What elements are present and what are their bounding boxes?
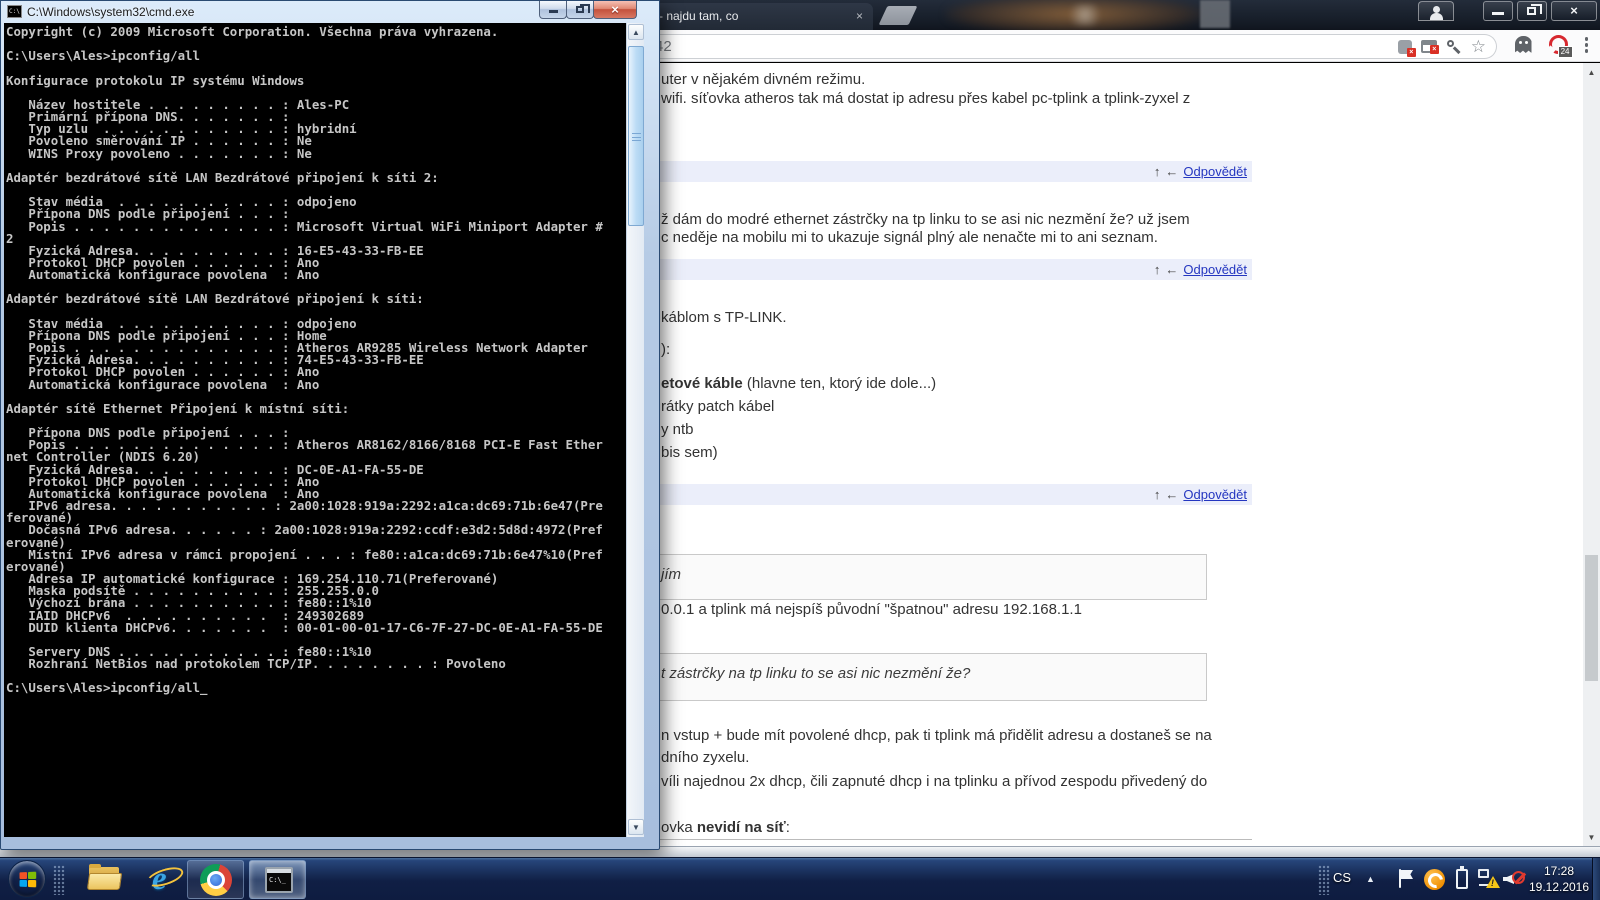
reply-link[interactable]: Odpovědět: [1183, 164, 1247, 179]
orange-app-tray-icon[interactable]: [1424, 869, 1445, 890]
close-button[interactable]: ×: [1551, 1, 1597, 21]
taskbar-clock[interactable]: 17:28 19.12.2016: [1528, 863, 1590, 895]
cmd-titlebar[interactable]: C:\ C:\Windows\system32\cmd.exe ×: [1, 1, 659, 23]
internet-explorer-taskbar-icon[interactable]: e: [144, 861, 186, 897]
forum-text: n vstup + bude mít povolené dhcp, pak ti…: [661, 727, 1212, 744]
tab-close-icon[interactable]: ×: [853, 10, 866, 23]
restore-button[interactable]: [566, 1, 594, 19]
tab-title: - najdu tam, co: [659, 9, 739, 23]
address-bar[interactable]: 42 × × ☆: [645, 34, 1497, 59]
scrollbar-thumb[interactable]: [1585, 555, 1598, 681]
forum-text: uter v nějakém divném režimu.: [661, 71, 866, 88]
forum-text: rátky patch kábel: [661, 398, 775, 415]
cmd-icon: C:\_: [265, 867, 293, 893]
chrome-taskbar-button[interactable]: [187, 860, 244, 899]
collapse-arrow-icon[interactable]: ↑: [1154, 164, 1161, 179]
back-arrow-icon[interactable]: ←: [1165, 164, 1178, 179]
tab-forum-thread[interactable]: - najdu tam, co ×: [645, 3, 873, 30]
clock-time: 17:28: [1543, 864, 1575, 878]
quote-box: t zástrčky na tp linku to se asi nic nez…: [645, 653, 1207, 701]
close-button[interactable]: ×: [593, 1, 637, 19]
battery-icon[interactable]: [1456, 866, 1468, 889]
volume-muted-icon[interactable]: [1503, 869, 1525, 889]
forum-text: 0.0.1 a tplink má nejspíš původní "špatn…: [661, 601, 1082, 618]
tray-grip: [1318, 865, 1330, 895]
browser-scrollbar[interactable]: ▲ ▼: [1583, 63, 1600, 846]
maximize-button[interactable]: [1517, 1, 1547, 21]
ghostery-extension-icon[interactable]: [1514, 36, 1532, 53]
cmd-window-title: C:\Windows\system32\cmd.exe: [27, 5, 195, 19]
scroll-down-icon[interactable]: ▼: [1583, 830, 1600, 845]
hidden-icons-chevron[interactable]: ▲: [1366, 874, 1375, 884]
explorer-taskbar-icon[interactable]: [86, 864, 123, 892]
forum-text: c neděje na mobilu mi to ukazuje signál …: [661, 229, 1158, 246]
post-footer-bar: ↑ ← Odpovědět: [645, 484, 1252, 505]
scrollbar-grip: [632, 133, 641, 141]
minimize-button[interactable]: [539, 1, 567, 19]
show-desktop-button[interactable]: [1592, 858, 1600, 900]
desktop: - najdu tam, co × × 42 × × ☆ 24 uter v n…: [0, 0, 1600, 900]
quote-text: t zástrčky na tp linku to se asi nic nez…: [661, 665, 971, 682]
back-arrow-icon[interactable]: ←: [1165, 487, 1178, 502]
forum-text: víli najednou 2x dhcp, čili zapnuté dhcp…: [661, 773, 1208, 790]
start-button[interactable]: [8, 860, 46, 898]
avatar-icon: [1433, 6, 1440, 13]
forum-text: ovka nevidí na síť:: [661, 819, 790, 836]
forum-text: etové káble (hlavne ten, ktorý ide dole.…: [661, 375, 937, 392]
forum-text: wifi. síťovka atheros tak má dostat ip a…: [661, 90, 1191, 107]
extension-badge-count: 24: [1557, 46, 1573, 58]
taskbar-grip: [53, 865, 65, 895]
scroll-down-icon[interactable]: ▼: [628, 819, 644, 835]
forum-text: káblom s TP-LINK.: [661, 309, 787, 326]
forum-page-content: uter v nějakém divném režimu. wifi. síťo…: [645, 63, 1583, 846]
collapse-arrow-icon[interactable]: ↑: [1154, 487, 1161, 502]
cmd-taskbar-button[interactable]: C:\_: [249, 860, 306, 899]
minimize-button[interactable]: [1483, 1, 1513, 21]
forum-text: ž dám do modré ethernet zástrčky na tp l…: [661, 211, 1190, 228]
clock-date: 19.12.2016: [1528, 880, 1590, 894]
back-arrow-icon[interactable]: ←: [1165, 262, 1178, 277]
quote-text: jím: [661, 566, 681, 583]
cmd-scrollbar[interactable]: ▲ ▼: [626, 23, 644, 837]
console-text: Copyright (c) 2009 Microsoft Corporation…: [6, 24, 603, 696]
quote-box: jím: [645, 554, 1207, 600]
new-tab-button[interactable]: [878, 6, 918, 25]
post-footer-bar: ↑ ← Odpovědět: [645, 161, 1252, 182]
chrome-tabstrip: - najdu tam, co × ×: [645, 0, 1600, 30]
forum-text: ):: [661, 341, 671, 358]
blocked-plugin-icon[interactable]: ×: [1397, 39, 1416, 57]
scrollbar-thumb[interactable]: [628, 46, 644, 226]
bookmark-star-icon[interactable]: ☆: [1471, 38, 1486, 55]
scroll-up-icon[interactable]: ▲: [1583, 65, 1600, 80]
network-warning-icon[interactable]: [1477, 868, 1500, 890]
collapse-arrow-icon[interactable]: ↑: [1154, 262, 1161, 277]
profile-avatar-button[interactable]: [1418, 1, 1454, 21]
forum-text: dního zyxelu.: [661, 749, 750, 766]
forum-text: y ntb: [661, 421, 694, 438]
blocked-popup-icon[interactable]: ×: [1420, 40, 1439, 54]
cmd-window: C:\ C:\Windows\system32\cmd.exe × Copyri…: [0, 0, 660, 850]
chrome-theme-decoration: [1065, 4, 1105, 26]
chrome-icon: [200, 864, 232, 896]
taskbar: e C:\_ CS ▲ 17:28 19.12.2016: [0, 857, 1600, 900]
forum-text: bis sem): [661, 444, 718, 461]
chrome-window: - najdu tam, co × × 42 × × ☆ 24 uter v n…: [645, 0, 1600, 846]
console-output[interactable]: Copyright (c) 2009 Microsoft Corporation…: [4, 23, 626, 837]
scroll-up-icon[interactable]: ▲: [628, 24, 644, 40]
quote-box-edge: [645, 839, 1252, 840]
cmd-app-icon: C:\: [7, 5, 22, 18]
reply-link[interactable]: Odpovědět: [1183, 262, 1247, 277]
post-footer-bar: ↑ ← Odpovědět: [645, 259, 1252, 280]
reply-link[interactable]: Odpovědět: [1183, 487, 1247, 502]
language-indicator[interactable]: CS: [1333, 870, 1351, 885]
action-center-flag-icon[interactable]: [1399, 869, 1415, 888]
chrome-theme-decoration: [1200, 0, 1230, 28]
chrome-menu-icon[interactable]: [1584, 36, 1588, 53]
windows-logo-icon: [19, 871, 37, 888]
red-ring-extension-icon[interactable]: 24: [1546, 35, 1573, 58]
password-key-icon[interactable]: [1446, 39, 1462, 55]
chrome-toolbar: 42 × × ☆ 24: [645, 30, 1600, 62]
